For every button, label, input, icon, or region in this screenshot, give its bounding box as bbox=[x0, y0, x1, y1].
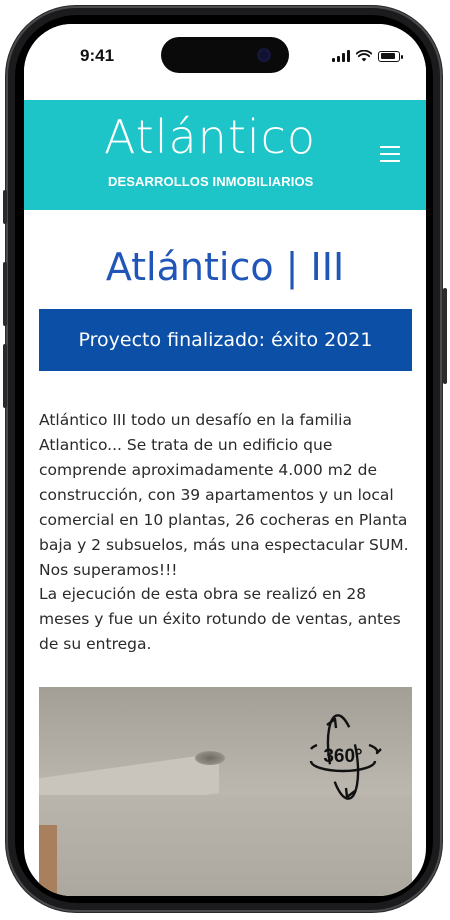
volume-down-button bbox=[3, 344, 7, 408]
status-bar: 9:41 bbox=[24, 24, 426, 100]
hamburger-menu-icon[interactable] bbox=[380, 146, 400, 162]
camera-icon bbox=[257, 48, 271, 62]
battery-icon bbox=[378, 50, 403, 62]
brand-logo-text[interactable]: Atlántico bbox=[104, 114, 316, 160]
wifi-icon bbox=[356, 50, 372, 62]
ceiling-light bbox=[195, 751, 225, 765]
screen: 9:41 Atlántico DESARROLLOS INMOBILIARIOS… bbox=[24, 24, 426, 896]
panorama-wall bbox=[39, 795, 412, 896]
dynamic-island bbox=[161, 37, 289, 73]
page-title: Atlántico | III bbox=[105, 245, 345, 289]
status-time: 9:41 bbox=[80, 46, 115, 65]
360-view-icon[interactable]: 360° bbox=[297, 709, 389, 805]
action-button bbox=[3, 190, 7, 224]
signal-icon bbox=[332, 50, 350, 62]
brand-subtitle: DESARROLLOS INMOBILIARIOS bbox=[108, 174, 314, 189]
battery-level bbox=[380, 53, 395, 59]
volume-up-button bbox=[3, 262, 7, 326]
site-header: Atlántico DESARROLLOS INMOBILIARIOS bbox=[24, 100, 426, 210]
panorama-door bbox=[39, 825, 57, 896]
status-icons bbox=[332, 48, 403, 64]
status-banner: Proyecto finalizado: éxito 2021 bbox=[39, 309, 412, 371]
description-paragraph: Atlántico III todo un desafío en la fami… bbox=[39, 411, 409, 579]
panorama-viewer[interactable]: 360° bbox=[39, 687, 412, 896]
power-button bbox=[443, 288, 447, 384]
status-banner-text: Proyecto finalizado: éxito 2021 bbox=[78, 329, 373, 351]
360-badge-text: 360° bbox=[323, 746, 362, 767]
description-paragraph: La ejecución de esta obra se realizó en … bbox=[39, 585, 401, 653]
